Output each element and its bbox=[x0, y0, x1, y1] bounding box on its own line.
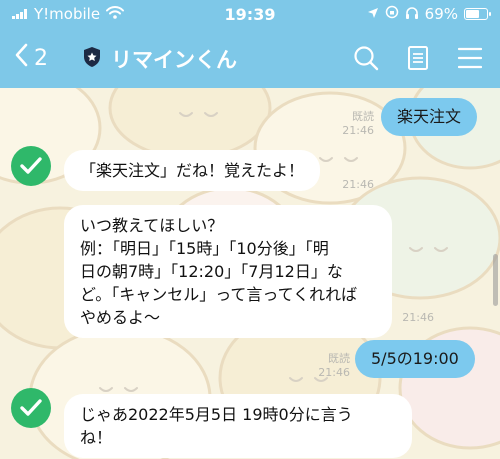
message-line: ね！ bbox=[80, 428, 113, 447]
location-icon bbox=[367, 5, 379, 23]
battery-percent: 69% bbox=[424, 5, 458, 23]
bot-avatar[interactable] bbox=[11, 146, 51, 186]
chat-header: 2 リマインくん bbox=[0, 30, 500, 88]
incoming-message[interactable]: じゃあ2022年5月5日 19時0分に言う ね！ bbox=[64, 394, 412, 458]
scrollbar[interactable] bbox=[493, 254, 498, 306]
message-line: いつ教えてほしい？ bbox=[80, 216, 224, 235]
message-time: 21:46 bbox=[342, 124, 374, 137]
back-count: 2 bbox=[34, 45, 48, 71]
battery-icon bbox=[464, 8, 491, 20]
search-icon[interactable] bbox=[350, 42, 382, 74]
message-list[interactable]: 既読 21:46 楽天注文 「楽天注文」だね！覚えたよ！ 21:46 いつ教えて… bbox=[0, 88, 500, 459]
battery-fill bbox=[466, 10, 480, 18]
message-line: やめるよ〜 bbox=[80, 308, 161, 327]
read-receipt: 既読 bbox=[352, 110, 374, 123]
lock-rotation-icon bbox=[385, 5, 399, 23]
menu-icon[interactable] bbox=[454, 42, 486, 74]
message-meta: 既読 21:46 bbox=[330, 110, 374, 138]
message-time: 21:46 bbox=[402, 311, 434, 324]
message-time: 21:46 bbox=[342, 178, 374, 191]
outgoing-message[interactable]: 5/5の19:00 bbox=[355, 340, 475, 378]
message-line: 例：「明日」「15時」「10分後」「明 bbox=[80, 239, 329, 258]
shield-icon bbox=[82, 46, 102, 73]
note-icon[interactable] bbox=[402, 42, 434, 74]
status-bar: Y!mobile 19:39 69% bbox=[0, 0, 500, 30]
chat-title: リマインくん bbox=[82, 44, 237, 74]
back-button[interactable]: 2 bbox=[14, 43, 48, 73]
outgoing-message[interactable]: 楽天注文 bbox=[381, 98, 478, 136]
message-line: じゃあ2022年5月5日 19時0分に言う bbox=[80, 405, 353, 424]
message-line: ど。「キャンセル」って言ってくれれば bbox=[80, 285, 358, 304]
chevron-left-icon bbox=[14, 43, 28, 73]
message-time: 21:46 bbox=[318, 366, 350, 379]
header-actions bbox=[350, 42, 486, 74]
read-receipt: 既読 bbox=[328, 352, 350, 365]
incoming-message[interactable]: 「楽天注文」だね！覚えたよ！ bbox=[64, 150, 321, 191]
message-meta: 既読 21:46 bbox=[306, 352, 350, 380]
message-line: 日の朝7時」「12:20」「7月12日」な bbox=[80, 262, 343, 281]
chat-title-text: リマインくん bbox=[111, 48, 237, 72]
incoming-message[interactable]: いつ教えてほしい？ 例：「明日」「15時」「10分後」「明 日の朝7時」「12:… bbox=[64, 205, 392, 338]
status-right: 69% bbox=[367, 5, 491, 23]
headphones-icon bbox=[405, 5, 419, 23]
bot-avatar[interactable] bbox=[11, 388, 51, 428]
